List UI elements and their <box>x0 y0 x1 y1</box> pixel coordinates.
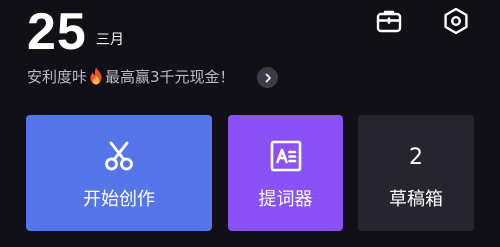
drafts-button[interactable]: 2 草稿箱 <box>358 115 474 231</box>
date-month: 三月 <box>96 32 124 48</box>
card-label-prompter: 提词器 <box>258 189 313 210</box>
card-label-drafts: 草稿箱 <box>389 189 443 210</box>
start-creating-button[interactable]: 开始创作 <box>26 115 212 231</box>
promo-text: 安利度咔 最高赢3千元现金！ <box>27 64 235 90</box>
promo-banner[interactable]: 安利度咔 最高赢3千元现金！ <box>27 64 235 90</box>
fire-icon <box>88 67 104 85</box>
drafts-count: 2 <box>409 145 423 170</box>
date-day: 25 <box>27 3 87 61</box>
settings-hexagon-icon[interactable] <box>441 6 471 36</box>
promo-arrow-button[interactable] <box>257 67 278 88</box>
promo-text-after: 最高赢3千元现金！ <box>105 68 235 86</box>
teleprompter-button[interactable]: 提词器 <box>228 115 343 231</box>
scissors-icon <box>102 139 136 173</box>
chevron-right-icon <box>265 73 271 82</box>
briefcase-icon[interactable] <box>374 6 404 36</box>
card-label-create: 开始创作 <box>83 189 155 210</box>
promo-text-before: 安利度咔 <box>27 68 88 86</box>
teleprompter-icon <box>269 139 303 173</box>
